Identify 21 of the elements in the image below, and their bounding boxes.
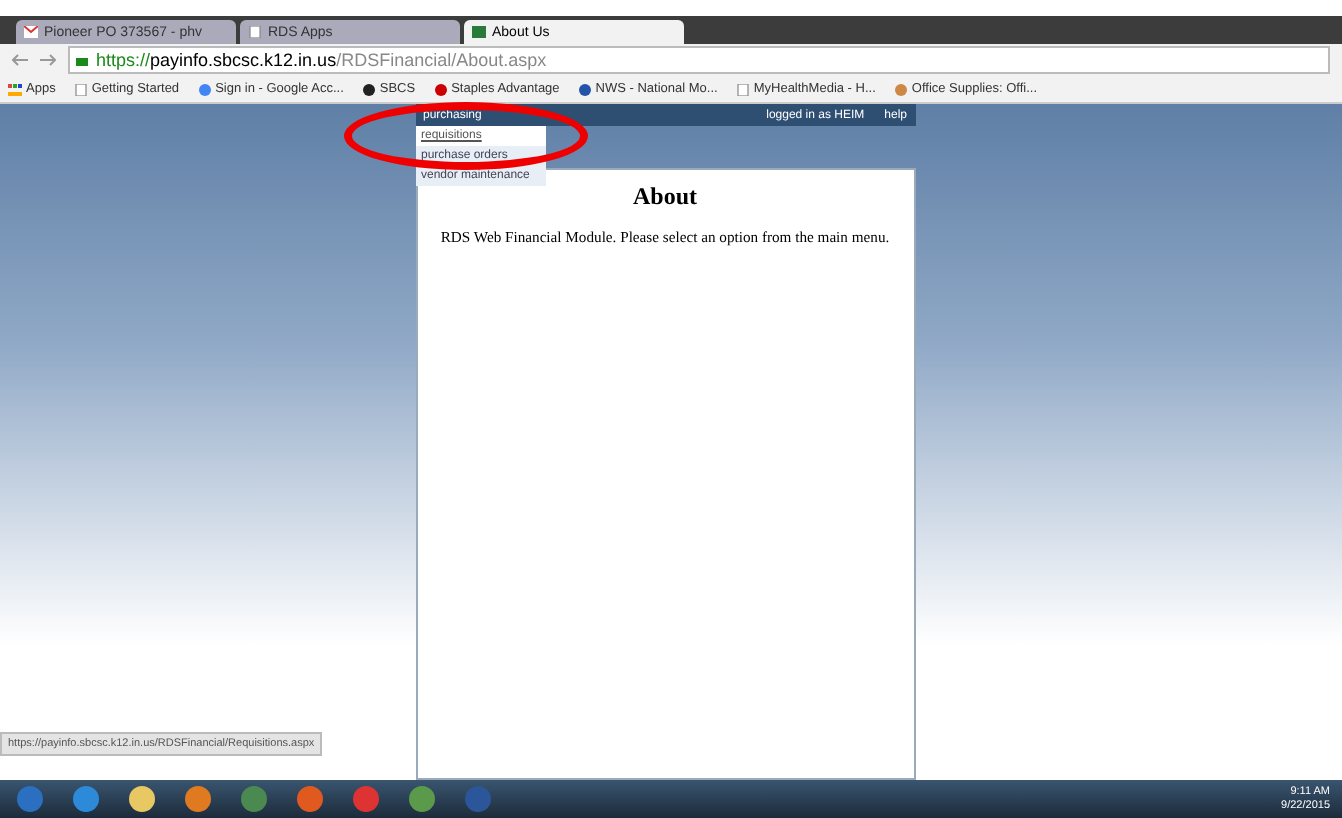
logo-icon (197, 83, 212, 95)
back-icon[interactable] (12, 54, 28, 66)
lock-icon (76, 54, 90, 66)
logo-icon (361, 83, 376, 95)
grid-icon (8, 83, 22, 95)
logo-icon (433, 83, 448, 95)
logo-icon (577, 83, 592, 95)
pen-icon (893, 83, 908, 95)
mail-icon (24, 26, 38, 38)
forward-icon[interactable] (40, 54, 56, 66)
page-icon (472, 26, 486, 38)
app-icon[interactable] (292, 784, 328, 814)
app-icon[interactable] (180, 784, 216, 814)
app-icon[interactable] (68, 784, 104, 814)
app-icon[interactable] (404, 784, 440, 814)
page-heading: About (632, 182, 697, 212)
page-icon (248, 26, 262, 38)
page-icon (735, 83, 750, 95)
address-bar[interactable]: https://payinfo.sbcsc.k12.in.us/RDSFinancial/About.aspx (68, 46, 1330, 74)
app-icon[interactable] (124, 784, 160, 814)
page-icon (73, 83, 88, 95)
